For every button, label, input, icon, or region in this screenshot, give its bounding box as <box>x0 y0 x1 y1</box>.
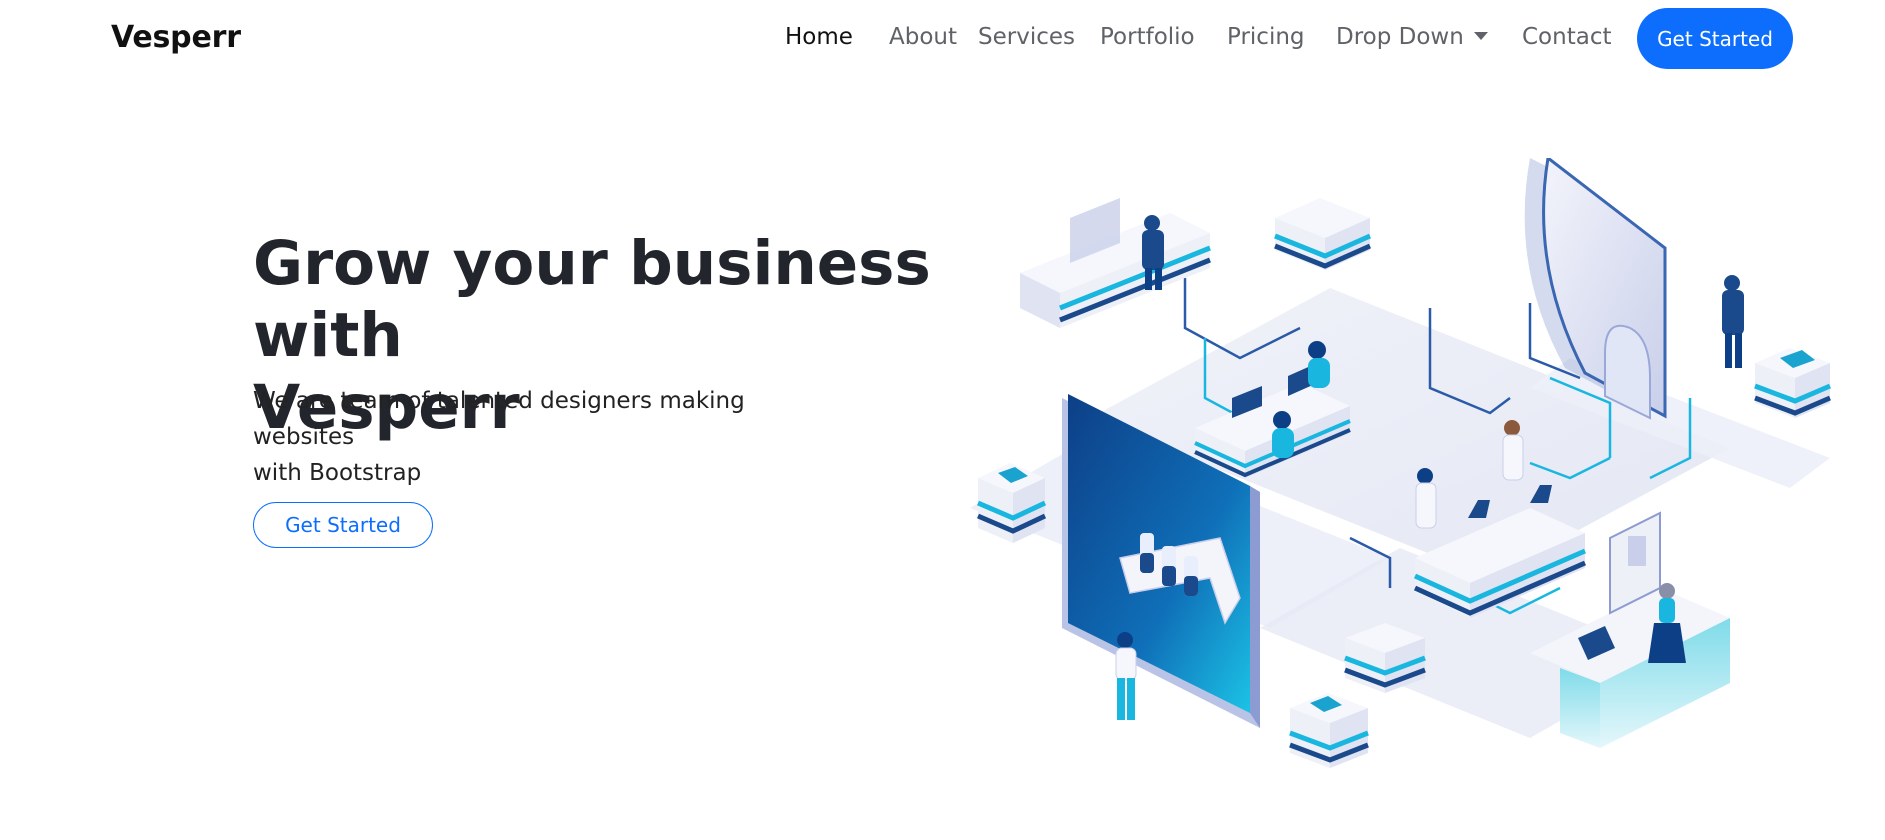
hero-title-line-1: Grow your business with <box>253 228 931 371</box>
nav-services[interactable]: Services <box>978 24 1075 50</box>
nav-pricing[interactable]: Pricing <box>1227 24 1305 50</box>
nav-dropdown[interactable]: Drop Down <box>1336 24 1488 50</box>
nav-dropdown-label: Drop Down <box>1336 24 1464 50</box>
get-started-nav-button[interactable]: Get Started <box>1637 8 1793 69</box>
hero-subtitle-line-2: with Bootstrap <box>253 460 422 486</box>
nav-portfolio[interactable]: Portfolio <box>1100 24 1195 50</box>
nav-home[interactable]: Home <box>785 24 853 50</box>
nav-about[interactable]: About <box>889 24 957 50</box>
get-started-hero-button[interactable]: Get Started <box>253 502 433 548</box>
logo[interactable]: Vesperr <box>111 20 241 55</box>
hero-subtitle: We are team of talented designers making… <box>253 383 853 491</box>
site-header: Vesperr Home About Services Portfolio Pr… <box>0 0 1885 80</box>
caret-down-icon <box>1473 31 1488 40</box>
hero-subtitle-line-1: We are team of talented designers making… <box>253 388 745 450</box>
nav-contact[interactable]: Contact <box>1522 24 1611 50</box>
hero-illustration <box>970 158 1831 768</box>
